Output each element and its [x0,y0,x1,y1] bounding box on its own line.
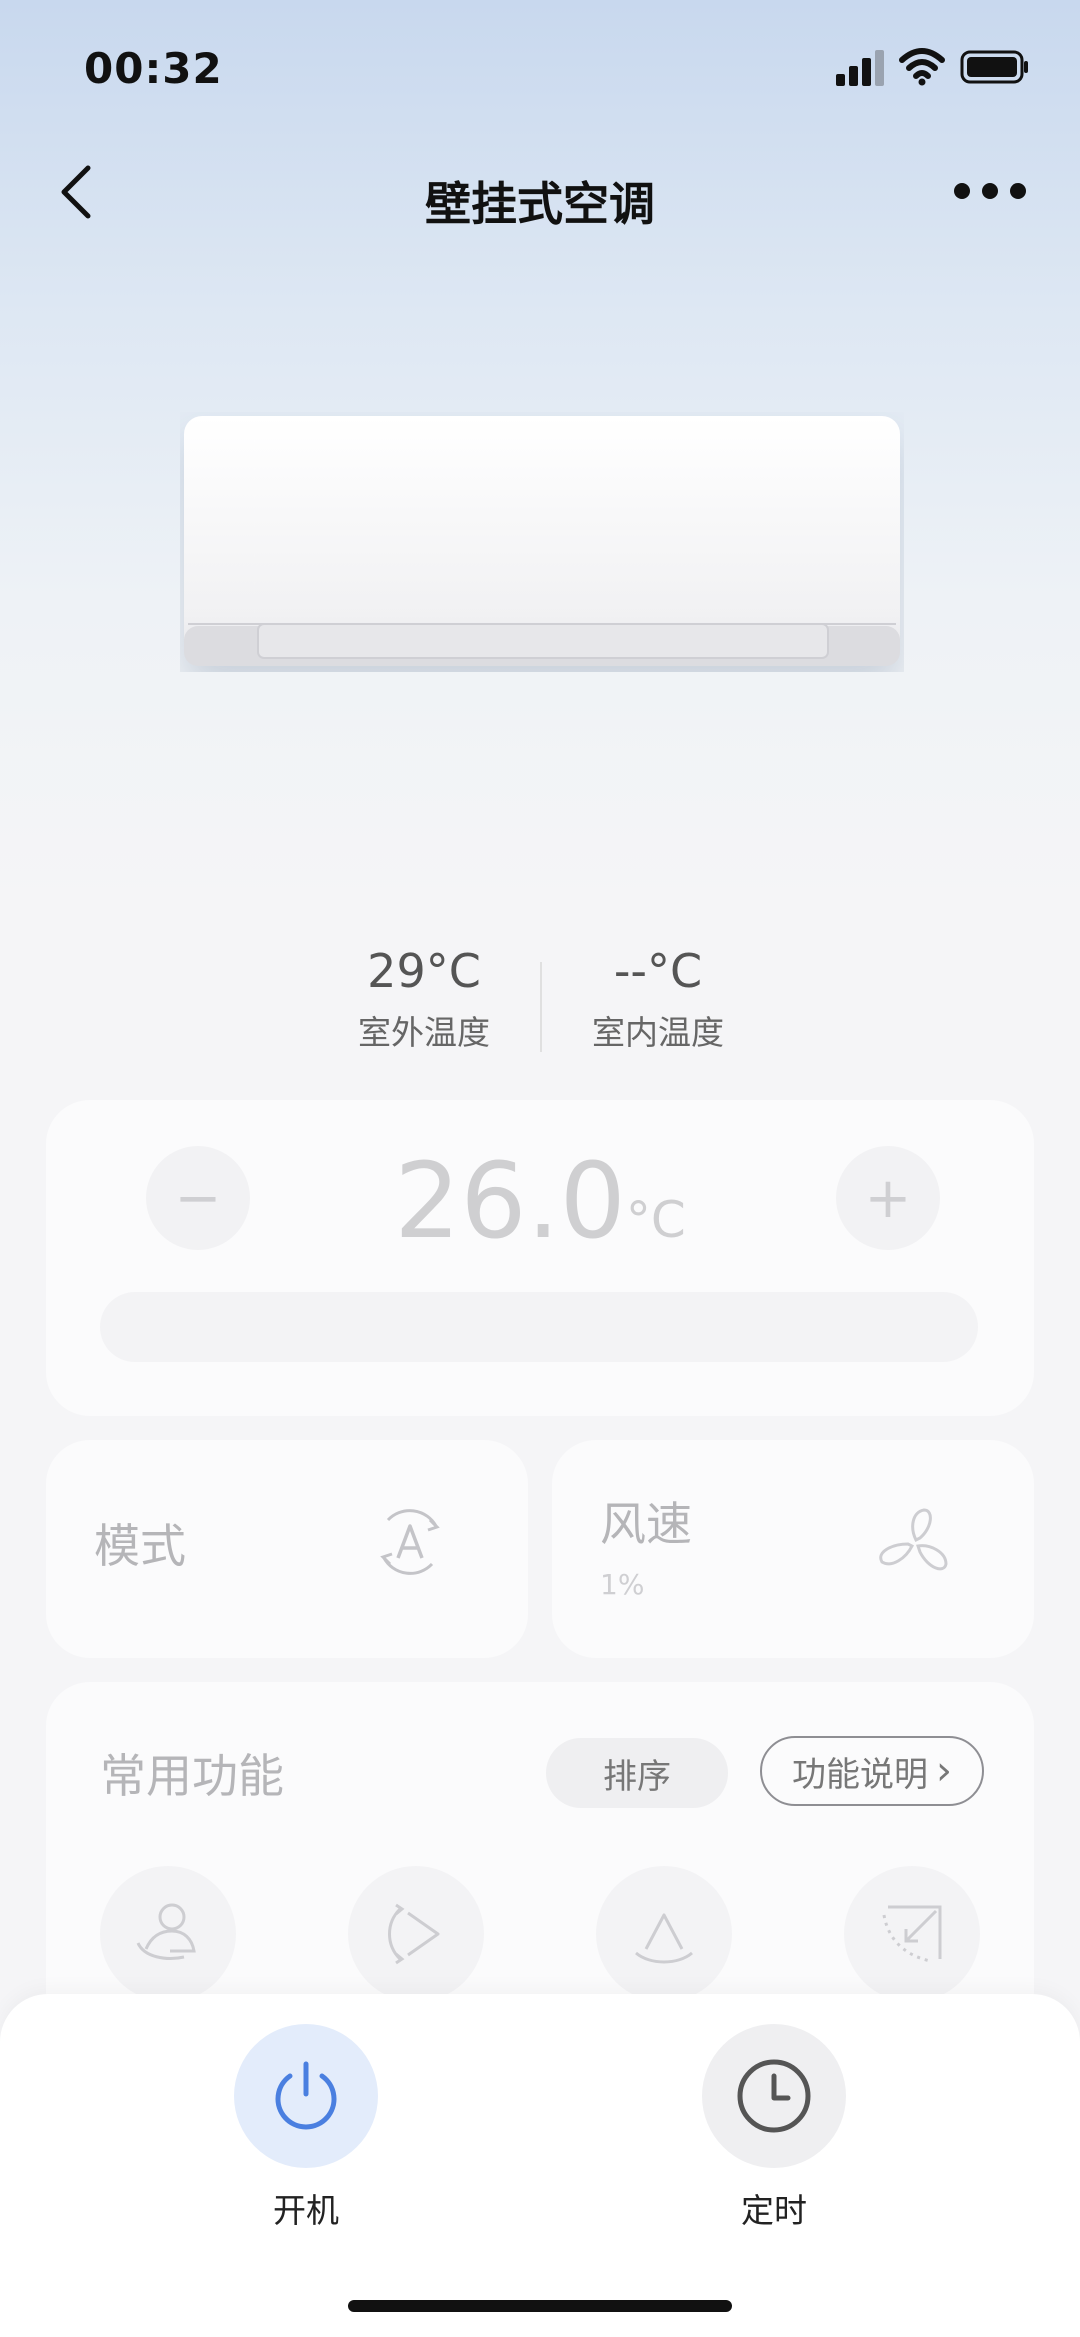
functions-title: 常用功能 [100,1749,284,1803]
function-item[interactable] [348,1866,484,2002]
fan-speed-value: 1% [600,1568,645,1601]
person-comfort-icon [136,1903,196,1960]
timer-label: 定时 [741,2191,807,2230]
function-help-label: 功能说明 [792,1754,928,1795]
sort-label: 排序 [603,1756,671,1797]
fan-speed-label: 风速 [600,1497,692,1551]
air-conditioner-image [184,416,900,666]
indoor-temperature: --°C 室内温度 [538,944,778,1054]
vertical-swing-icon [635,1913,693,1964]
battery-icon [960,50,1028,84]
function-item[interactable] [100,1866,236,2002]
sort-button[interactable]: 排序 [546,1738,728,1808]
outdoor-temperature: 29°C 室外温度 [304,944,544,1054]
timer-button[interactable] [702,2024,846,2168]
outdoor-temp-label: 室外温度 [358,1013,490,1052]
function-help-button[interactable]: 功能说明 › [760,1736,984,1806]
power-icon [275,2061,337,2130]
outdoor-temp-value: 29°C [367,944,481,998]
horizontal-swing-icon [388,1903,440,1965]
bottom-action-sheet [0,1994,1080,2337]
setpoint-display: 26.0°C [0,1140,1080,1262]
more-icon[interactable] [950,176,1030,206]
indoor-temp-value: --°C [613,944,703,998]
power-label: 开机 [273,2191,339,2230]
signal-icon [836,50,884,86]
fan-icon [879,1508,948,1571]
temperature-slider[interactable] [100,1292,978,1362]
home-indicator[interactable] [348,2300,732,2312]
function-item[interactable] [596,1866,732,2002]
wifi-icon [899,48,945,86]
airflow-direction-icon [882,1905,942,1963]
setpoint-unit: °C [625,1191,686,1249]
indoor-temp-label: 室内温度 [592,1013,724,1052]
status-time: 00:32 [84,44,223,93]
power-button[interactable] [234,2024,378,2168]
mode-label: 模式 [94,1519,186,1573]
function-item[interactable] [844,1866,980,2002]
chevron-right-icon: › [936,1748,952,1794]
setpoint-value: 26.0 [394,1140,626,1262]
clock-icon [737,2059,811,2133]
auto-mode-icon [380,1509,440,1575]
page-title: 壁挂式空调 [425,177,655,231]
